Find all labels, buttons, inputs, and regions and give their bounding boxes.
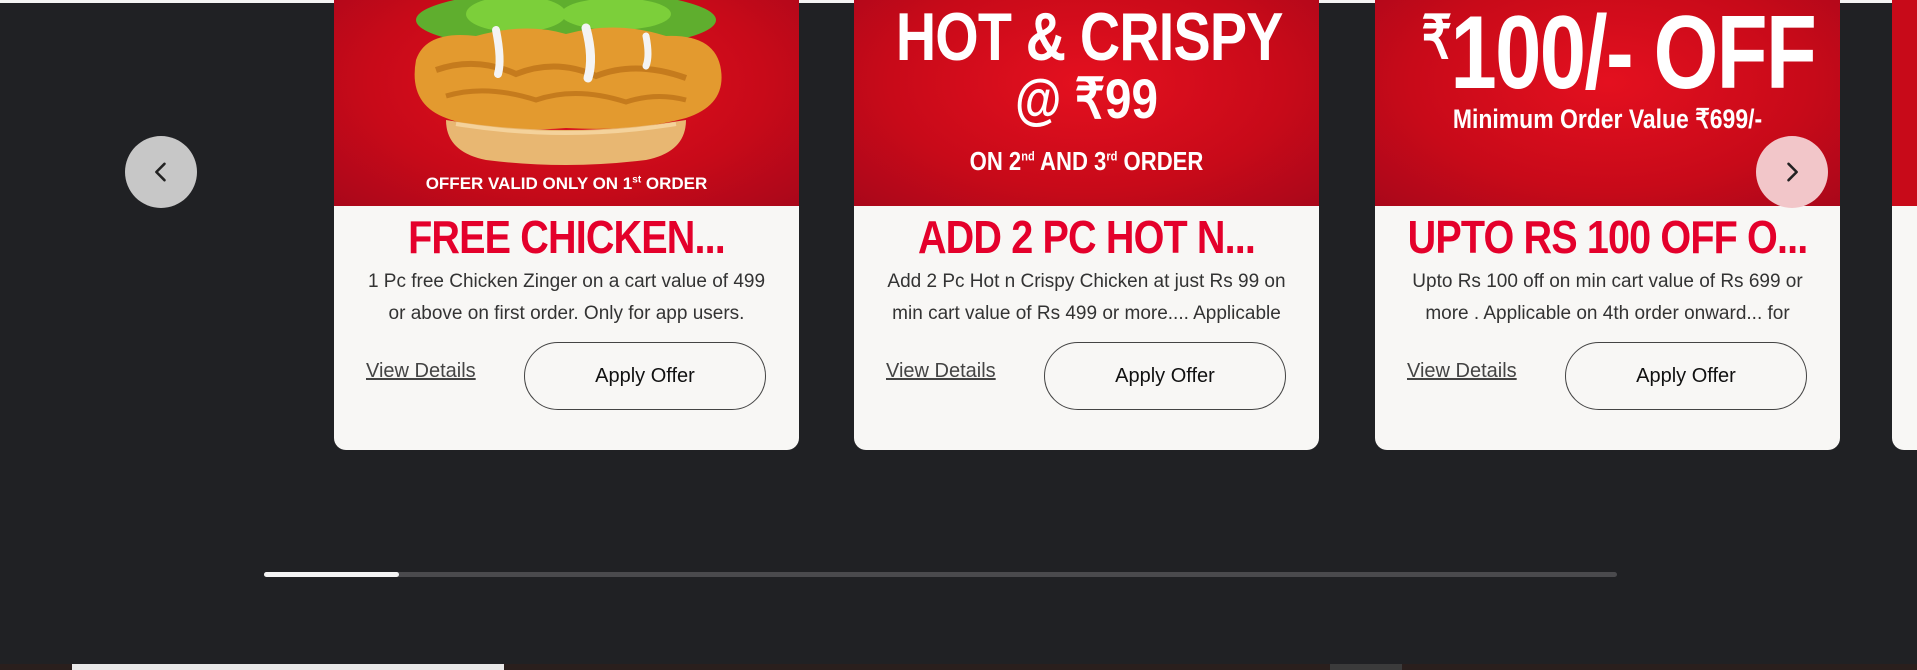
offer-card-100-off: ₹100/- OFF Minimum Order Value ₹699/- UP… bbox=[1375, 0, 1840, 450]
offer-banner: HOT & CRISPY @ ₹99 ON 2nd AND 3rd ORDER bbox=[854, 0, 1319, 206]
offer-card-free-chicken: OFFER VALID ONLY ON 1st ORDER FREE CHICK… bbox=[334, 0, 799, 450]
offer-title: FREE CHICKEN... bbox=[408, 211, 726, 263]
banner-fineprint: OFFER VALID ONLY ON 1st ORDER bbox=[425, 174, 708, 193]
view-details-link[interactable]: View Details bbox=[1407, 360, 1517, 383]
carousel-prev-button[interactable] bbox=[125, 136, 197, 208]
banner-price: @ ₹99 bbox=[1015, 67, 1158, 130]
offer-card-partial bbox=[1892, 0, 1917, 450]
offer-description: Add 2 Pc Hot n Crispy Chicken at just Rs… bbox=[887, 271, 1286, 324]
chevron-left-icon bbox=[155, 162, 166, 182]
offer-title: UPTO RS 100 OFF O... bbox=[1407, 211, 1809, 263]
burger-image bbox=[414, 0, 722, 165]
bottom-edge-strip bbox=[0, 664, 1917, 670]
apply-offer-button[interactable]: Apply Offer bbox=[1044, 342, 1286, 410]
carousel-next-button[interactable] bbox=[1756, 136, 1828, 208]
chevron-right-icon bbox=[1787, 162, 1798, 182]
offer-banner: OFFER VALID ONLY ON 1st ORDER bbox=[334, 0, 799, 206]
offer-title: ADD 2 PC HOT N... bbox=[917, 211, 1256, 263]
apply-offer-button[interactable]: Apply Offer bbox=[524, 342, 766, 410]
offer-description: Upto Rs 100 off on min cart value of Rs … bbox=[1412, 271, 1803, 324]
carousel-progress-indicator[interactable] bbox=[264, 572, 399, 577]
offer-card-hot-crispy: HOT & CRISPY @ ₹99 ON 2nd AND 3rd ORDER … bbox=[854, 0, 1319, 450]
banner-subline: ON 2nd AND 3rd ORDER bbox=[969, 146, 1204, 176]
banner-subline: Minimum Order Value ₹699/- bbox=[1452, 104, 1763, 134]
apply-offer-button[interactable]: Apply Offer bbox=[1565, 342, 1807, 410]
view-details-link[interactable]: View Details bbox=[886, 360, 996, 383]
offer-banner bbox=[1892, 0, 1917, 206]
view-details-link[interactable]: View Details bbox=[366, 360, 476, 383]
banner-headline: HOT & CRISPY bbox=[895, 0, 1284, 75]
carousel-progress-track[interactable] bbox=[264, 572, 1617, 577]
banner-headline: ₹100/- OFF bbox=[1421, 0, 1817, 111]
offer-description: 1 Pc free Chicken Zinger on a cart value… bbox=[367, 271, 766, 324]
